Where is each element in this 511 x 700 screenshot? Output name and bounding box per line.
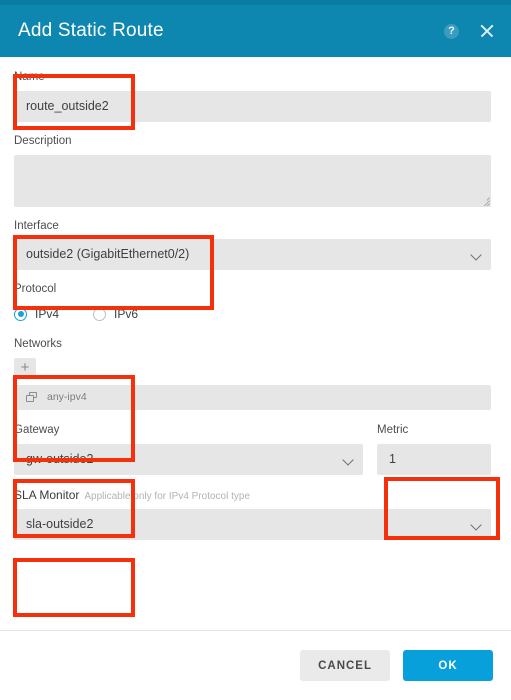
gateway-label: Gateway: [14, 423, 60, 436]
radio-ipv6-indicator: [93, 307, 107, 321]
interface-select[interactable]: outside2 (GigabitEthernet0/2): [14, 239, 491, 271]
add-network-button[interactable]: +: [14, 357, 36, 379]
description-textarea[interactable]: [14, 154, 491, 207]
gateway-metric-row: Gateway gw-outside2 Metric 1: [14, 424, 491, 475]
sla-monitor-hint: Applicable only for IPv4 Protocol type: [84, 490, 251, 502]
dialog-title: Add Static Route: [18, 19, 164, 41]
gateway-field-group: Gateway gw-outside2: [14, 424, 363, 475]
description-field-group: Description: [14, 135, 491, 207]
interface-label: Interface: [14, 219, 59, 232]
ok-button[interactable]: OK: [403, 650, 493, 681]
radio-ipv4-label: IPv4: [35, 307, 60, 322]
close-icon[interactable]: [479, 23, 495, 39]
protocol-label: Protocol: [14, 283, 57, 296]
resize-grip-icon[interactable]: [478, 194, 490, 206]
sla-monitor-select-wrap: sla-outside2: [14, 508, 491, 540]
network-object-icon: [26, 391, 38, 403]
dialog-titlebar: Add Static Route ?: [0, 0, 511, 57]
sla-monitor-select[interactable]: sla-outside2: [14, 508, 491, 540]
help-circle-icon[interactable]: ?: [444, 23, 459, 39]
gateway-select[interactable]: gw-outside2: [14, 443, 363, 475]
radio-ipv6-label: IPv6: [114, 307, 139, 322]
networks-field-group: Networks + any-ipv4: [14, 338, 491, 410]
protocol-radio-group: IPv4 IPv6: [14, 303, 491, 325]
add-static-route-dialog: Add Static Route ? Name route_outside2 D…: [0, 0, 511, 700]
sla-monitor-field-group: SLA Monitor Applicable only for IPv4 Prot…: [14, 488, 491, 540]
networks-label: Networks: [14, 338, 62, 351]
titlebar-actions: ?: [444, 23, 495, 39]
metric-field-group: Metric 1: [377, 424, 491, 475]
dialog-footer: CANCEL OK: [0, 630, 511, 700]
network-list-item[interactable]: any-ipv4: [14, 384, 491, 410]
interface-field-group: Interface outside2 (GigabitEthernet0/2): [14, 220, 491, 271]
name-field-group: Name route_outside2: [14, 71, 491, 122]
description-label: Description: [14, 134, 72, 147]
metric-input[interactable]: 1: [377, 443, 491, 475]
radio-ipv4[interactable]: IPv4: [14, 307, 59, 321]
sla-monitor-label: SLA Monitor Applicable only for IPv4 Prot…: [14, 488, 491, 503]
interface-select-wrap: outside2 (GigabitEthernet0/2): [14, 239, 491, 271]
radio-ipv4-indicator: [14, 307, 27, 321]
cancel-button[interactable]: CANCEL: [300, 650, 390, 681]
dialog-body: Name route_outside2 Description Interfac…: [0, 57, 511, 630]
network-item-label: any-ipv4: [47, 391, 87, 404]
sla-monitor-label-text: SLA Monitor: [14, 487, 80, 502]
name-input[interactable]: route_outside2: [14, 90, 491, 122]
gateway-select-wrap: gw-outside2: [14, 443, 363, 475]
name-label: Name: [14, 71, 45, 83]
protocol-field-group: Protocol IPv4 IPv6: [14, 283, 491, 325]
metric-label: Metric: [377, 423, 409, 436]
radio-ipv6[interactable]: IPv6: [93, 307, 138, 321]
